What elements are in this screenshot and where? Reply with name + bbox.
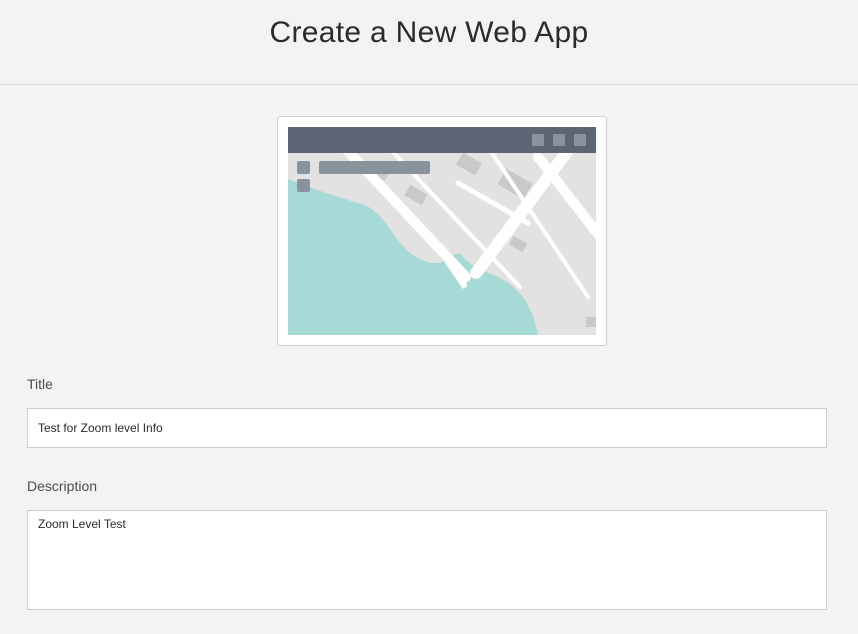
- description-input[interactable]: Zoom Level Test: [27, 510, 827, 610]
- titlebar-button-icon: [553, 134, 565, 146]
- search-bar-icon: [319, 161, 430, 174]
- page-title: Create a New Web App: [269, 16, 589, 49]
- title-input[interactable]: [27, 408, 827, 448]
- description-label: Description: [27, 478, 98, 494]
- title-label: Title: [27, 376, 53, 392]
- zoom-in-icon: [297, 161, 310, 174]
- titlebar-button-icon: [574, 134, 586, 146]
- app-thumbnail[interactable]: [277, 116, 607, 346]
- zoom-out-icon: [297, 179, 310, 192]
- map-thumbnail-icon: [288, 127, 596, 335]
- map-titlebar: [288, 127, 596, 153]
- titlebar-button-icon: [532, 134, 544, 146]
- dialog-header: Create a New Web App: [0, 0, 858, 85]
